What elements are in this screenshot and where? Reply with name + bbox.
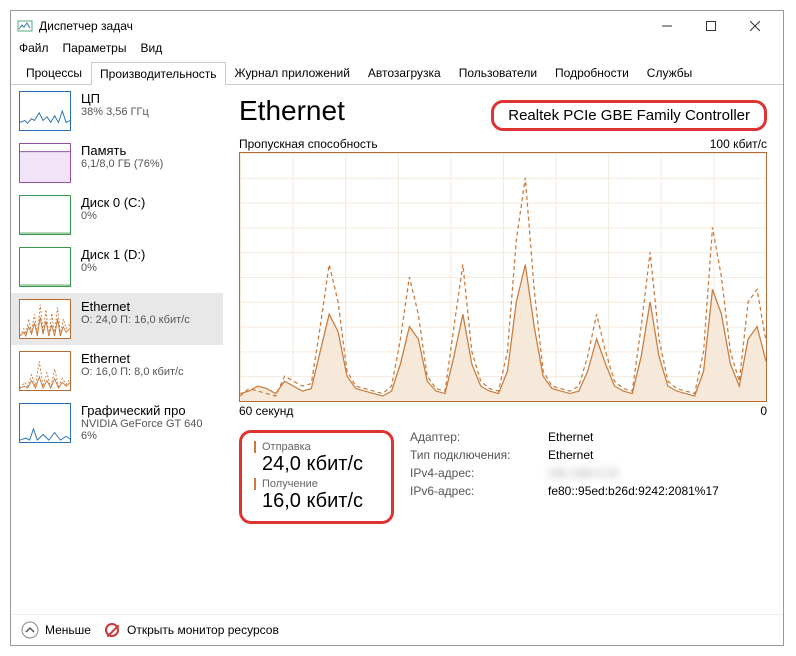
task-manager-window: Диспетчер задач Файл Параметры Вид Проце… [10, 10, 784, 646]
tab-processes[interactable]: Процессы [17, 61, 91, 84]
kv-ipv4-v: 192.168.0.10 [548, 466, 719, 480]
menu-view[interactable]: Вид [140, 41, 162, 61]
sidebar-item-disk1[interactable]: Диск 1 (D:) 0% [11, 241, 223, 293]
fewer-details-button[interactable]: Меньше [21, 621, 91, 639]
x-axis-right: 0 [760, 404, 767, 418]
adapter-name: Realtek PCIe GBE Family Controller [491, 100, 767, 131]
rates-box: Отправка 24,0 кбит/с Получение 16,0 кбит… [239, 430, 394, 524]
sidebar-item-sub: О: 24,0 П: 16,0 кбит/с [81, 314, 190, 326]
window-title: Диспетчер задач [39, 19, 645, 33]
sidebar-item-sub2: 6% [81, 430, 202, 442]
performance-main: Ethernet Realtek PCIe GBE Family Control… [223, 85, 783, 614]
sidebar-item-label: ЦП [81, 91, 149, 106]
sidebar-item-sub: О: 16,0 П: 8,0 кбит/с [81, 366, 184, 378]
minimize-button[interactable] [645, 12, 689, 40]
footer: Меньше Открыть монитор ресурсов [11, 614, 783, 645]
resmon-label: Открыть монитор ресурсов [127, 623, 279, 637]
tab-users[interactable]: Пользователи [450, 61, 546, 84]
maximize-button[interactable] [689, 12, 733, 40]
menubar: Файл Параметры Вид [11, 41, 783, 61]
sidebar-item-label: Ethernet [81, 351, 184, 366]
sidebar-item-disk0[interactable]: Диск 0 (C:) 0% [11, 189, 223, 241]
sidebar-item-sub: NVIDIA GeForce GT 640 [81, 418, 202, 430]
sidebar-item-sub: 0% [81, 210, 145, 222]
menu-options[interactable]: Параметры [63, 41, 127, 61]
sidebar-item-cpu[interactable]: ЦП 38% 3,56 ГГц [11, 85, 223, 137]
gpu-thumb [19, 403, 71, 443]
sidebar-item-sub: 38% 3,56 ГГц [81, 106, 149, 118]
recv-label: Получение [254, 478, 379, 490]
sidebar-item-label: Диск 1 (D:) [81, 247, 145, 262]
kv-conn-k: Тип подключения: [410, 448, 540, 462]
performance-sidebar: ЦП 38% 3,56 ГГц Память 6,1/8,0 ГБ (76%) [11, 85, 223, 614]
disk1-thumb [19, 247, 71, 287]
sidebar-item-gpu[interactable]: Графический про NVIDIA GeForce GT 640 6% [11, 397, 223, 449]
sidebar-item-label: Графический про [81, 403, 202, 418]
sidebar-item-label: Диск 0 (C:) [81, 195, 145, 210]
kv-adapter-k: Адаптер: [410, 430, 540, 444]
sidebar-item-sub: 6,1/8,0 ГБ (76%) [81, 158, 163, 170]
eth1-thumb [19, 299, 71, 339]
send-value: 24,0 кбит/с [254, 453, 379, 476]
tab-strip: Процессы Производительность Журнал прило… [11, 61, 783, 85]
throughput-chart [239, 152, 767, 402]
no-entry-icon [103, 621, 121, 639]
sidebar-item-label: Ethernet [81, 299, 190, 314]
tab-startup[interactable]: Автозагрузка [359, 61, 450, 84]
tab-app-history[interactable]: Журнал приложений [226, 61, 359, 84]
fewer-details-label: Меньше [45, 623, 91, 637]
kv-adapter-v: Ethernet [548, 430, 719, 444]
throughput-label: Пропускная способность [239, 137, 378, 151]
x-axis-left: 60 секунд [239, 404, 293, 418]
close-button[interactable] [733, 12, 777, 40]
kv-ipv4-k: IPv4-адрес: [410, 466, 540, 480]
details-grid: Адаптер: Ethernet Тип подключения: Ether… [410, 430, 719, 498]
eth2-thumb [19, 351, 71, 391]
recv-value: 16,0 кбит/с [254, 490, 379, 513]
send-label: Отправка [254, 441, 379, 453]
open-resource-monitor-link[interactable]: Открыть монитор ресурсов [103, 621, 279, 639]
sidebar-item-label: Память [81, 143, 163, 158]
cpu-thumb [19, 91, 71, 131]
kv-ipv6-k: IPv6-адрес: [410, 484, 540, 498]
chevron-up-icon [21, 621, 39, 639]
memory-thumb [19, 143, 71, 183]
kv-conn-v: Ethernet [548, 448, 719, 462]
sidebar-item-ethernet-1[interactable]: Ethernet О: 24,0 П: 16,0 кбит/с [11, 293, 223, 345]
page-title: Ethernet [239, 95, 345, 127]
menu-file[interactable]: Файл [19, 41, 49, 61]
performance-body: ЦП 38% 3,56 ГГц Память 6,1/8,0 ГБ (76%) [11, 85, 783, 614]
sidebar-item-sub: 0% [81, 262, 145, 274]
app-icon [17, 18, 33, 34]
kv-ipv6-v: fe80::95ed:b26d:9242:2081%17 [548, 484, 719, 498]
sidebar-item-memory[interactable]: Память 6,1/8,0 ГБ (76%) [11, 137, 223, 189]
tab-performance[interactable]: Производительность [91, 62, 225, 85]
tab-services[interactable]: Службы [638, 61, 701, 84]
sidebar-item-ethernet-2[interactable]: Ethernet О: 16,0 П: 8,0 кбит/с [11, 345, 223, 397]
throughput-max: 100 кбит/с [710, 137, 767, 151]
titlebar: Диспетчер задач [11, 11, 783, 41]
tab-details[interactable]: Подробности [546, 61, 638, 84]
disk0-thumb [19, 195, 71, 235]
